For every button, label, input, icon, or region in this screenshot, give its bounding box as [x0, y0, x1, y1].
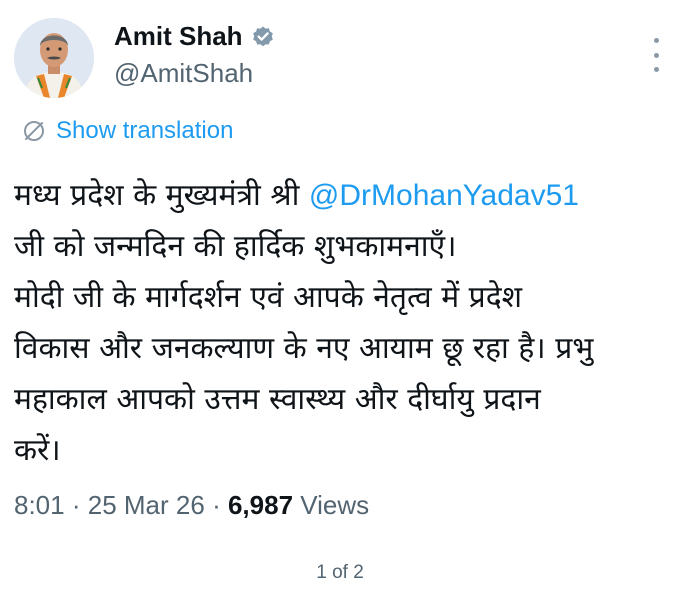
more-dot — [653, 52, 659, 58]
show-translation-label: Show translation — [56, 117, 234, 144]
meta-separator: · — [71, 490, 81, 520]
tweet-line: विकास और जनकल्याण के नए आयाम छू रहा है। … — [14, 331, 594, 366]
tweet-text: मध्य प्रदेश के मुख्यमंत्री श्री @DrMohan… — [14, 170, 686, 476]
views-label: Views — [300, 490, 370, 520]
tweet-time[interactable]: 8:01 — [14, 490, 65, 520]
tweet-meta: 8:01 · 25 Mar 26 · 6,987 Views — [14, 490, 369, 521]
verified-badge-icon — [251, 25, 275, 49]
meta-separator: · — [212, 490, 221, 520]
mention-link[interactable]: @DrMohanYadav51 — [309, 179, 579, 212]
tweet-line-text: मध्य प्रदेश के मुख्यमंत्री श्री — [14, 178, 309, 213]
avatar[interactable] — [14, 18, 94, 98]
tweet-header: Amit Shah @AmitShah — [14, 18, 275, 98]
globe-icon — [22, 119, 46, 143]
tweet-card: Amit Shah @AmitShah Show translation मध्… — [0, 0, 700, 600]
tweet-date[interactable]: 25 Mar 26 — [88, 490, 205, 520]
display-name[interactable]: Amit Shah — [114, 21, 243, 52]
views-count: 6,987 — [227, 490, 294, 520]
more-dot — [653, 38, 659, 43]
tweet-line: जी को जन्मदिन की हार्दिक शुभकामनाएँ। — [14, 229, 457, 264]
more-options-icon[interactable] — [650, 38, 662, 72]
name-row: Amit Shah — [114, 21, 275, 52]
tweet-line: मध्य प्रदेश के मुख्यमंत्री श्री @DrMohan… — [14, 170, 686, 221]
tweet-line: महाकाल आपको उत्तम स्वास्थ्य और दीर्घायु … — [14, 382, 541, 417]
page-indicator: 1 of 2 — [316, 562, 364, 583]
more-dot — [653, 67, 659, 72]
tweet-line: करें। — [14, 433, 61, 468]
profile-photo-icon — [14, 18, 94, 98]
author-handle[interactable]: @AmitShah — [114, 58, 275, 89]
tweet-line: मोदी जी के मार्गदर्शन एवं आपके नेतृत्व म… — [14, 280, 523, 315]
show-translation-button[interactable]: Show translation — [22, 117, 233, 145]
author-names: Amit Shah @AmitShah — [114, 21, 275, 89]
